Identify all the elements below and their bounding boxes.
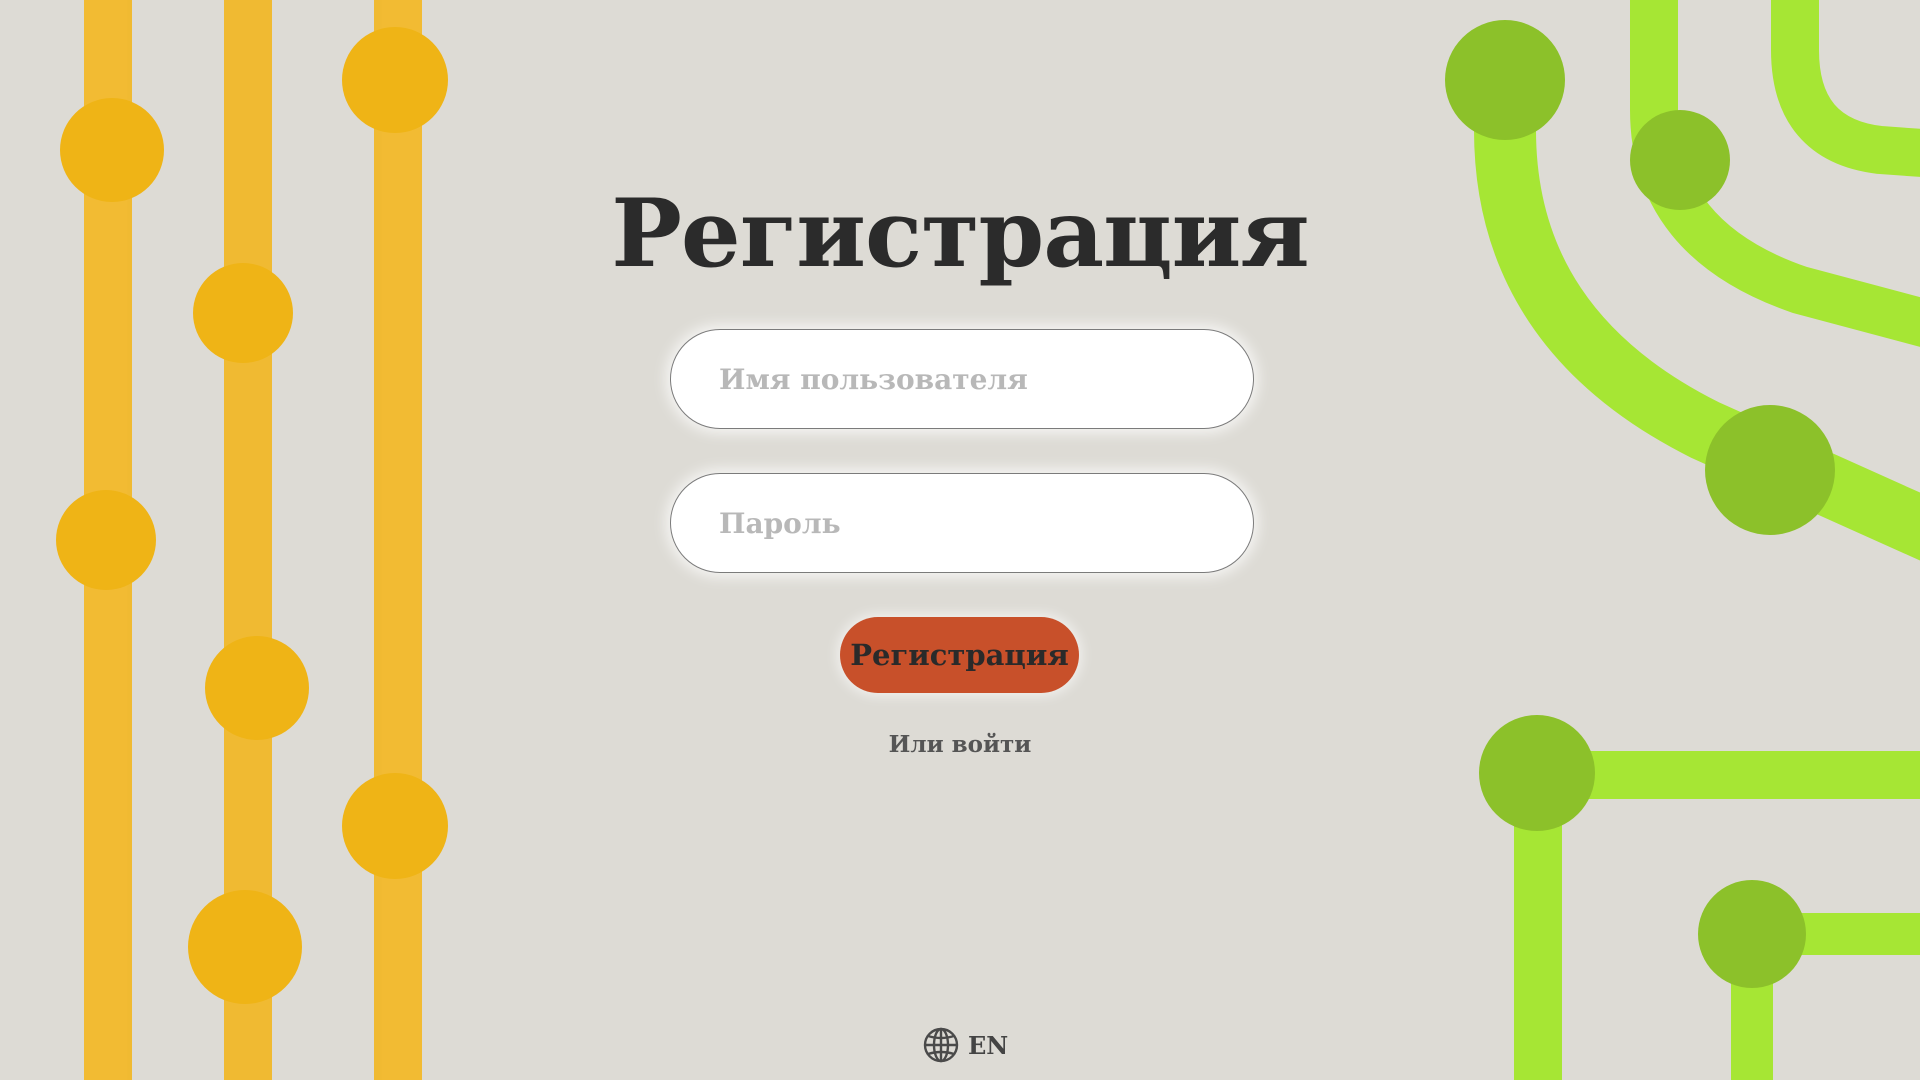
login-link-container: Или войти [0,731,1920,758]
password-input[interactable] [670,473,1254,573]
language-switcher[interactable]: EN [922,1026,1008,1064]
green-curves-decoration [1474,0,1920,1080]
globe-icon [923,1027,959,1063]
language-label: EN [968,1030,1009,1060]
username-input[interactable] [670,329,1254,429]
login-link[interactable]: Или войти [889,731,1032,758]
register-button[interactable]: Регистрация [840,617,1079,693]
green-dots-decoration [1445,20,1835,988]
registration-page: Регистрация Регистрация Или войти EN [0,0,1920,1080]
page-title: Регистрация [611,179,1310,289]
yellow-lines-decoration [84,0,422,1080]
yellow-dots-decoration [56,27,448,1004]
